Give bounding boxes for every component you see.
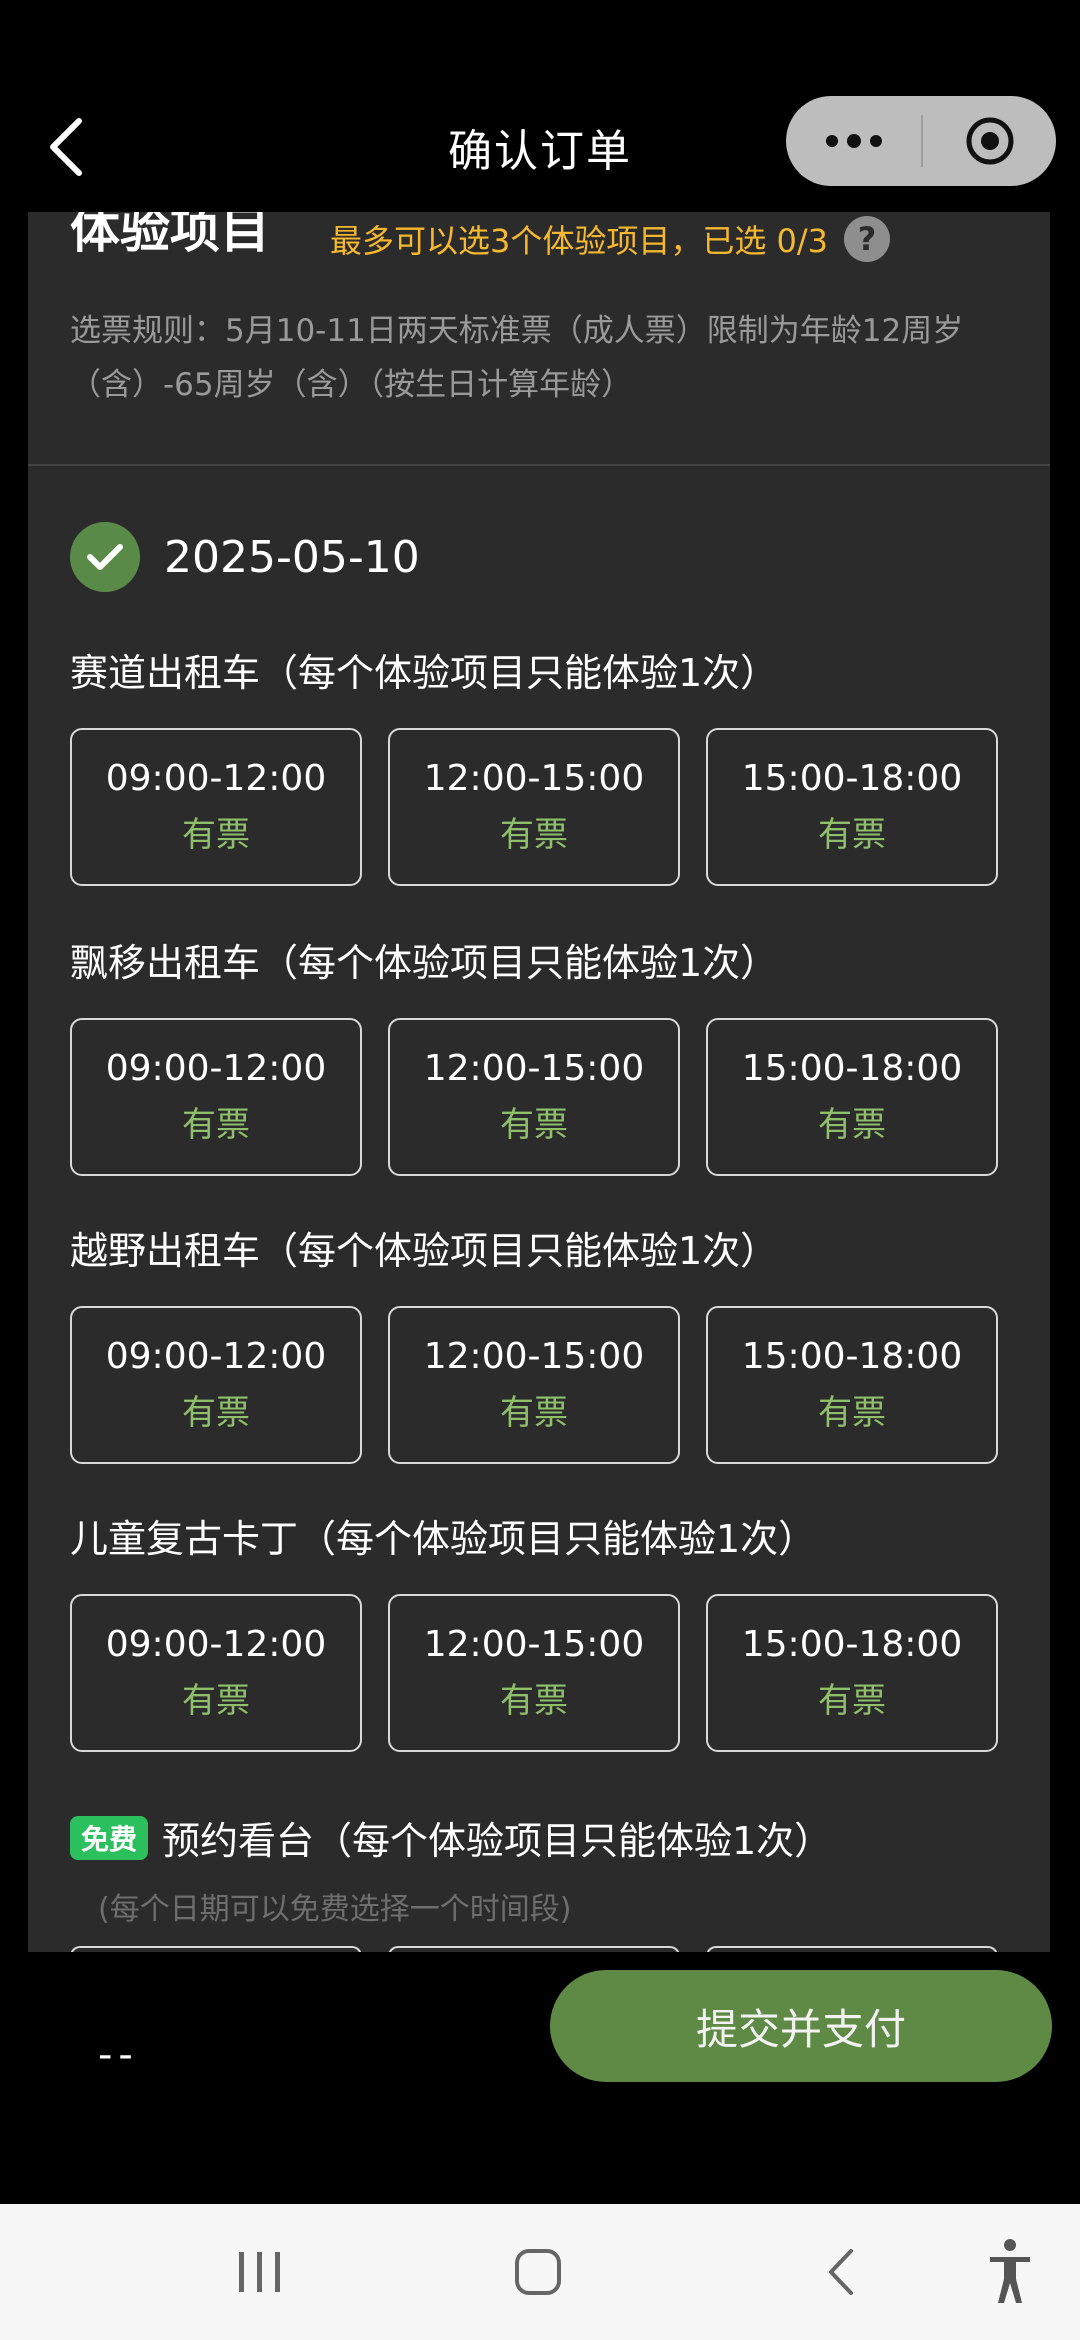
submit-pay-button[interactable]: 提交并支付 [550,1970,1052,2082]
slot-time: 12:00-15:00 [423,1048,645,1089]
time-slot[interactable]: 12:00-15:00 有票 [388,728,680,886]
date-label: 2025-05-10 [164,531,420,583]
slot-row: 09:00-12:00 有票 12:00-15:00 有票 15:00-18:00 有… [70,1306,1000,1464]
chevron-left-icon [829,2249,853,2295]
slot-status: 有票 [500,815,568,855]
slot-time: 15:00-18:00 [741,758,963,799]
slot-time: 09:00-12:00 [105,1624,327,1665]
time-slot[interactable]: 15:00-18:00 有票 [706,1018,998,1176]
free-item-row: 免费 预约看台（每个体验项目只能体验1次） [70,1810,832,1865]
item-title: 赛道出租车（每个体验项目只能体验1次） [70,651,779,695]
more-button[interactable] [786,96,921,186]
time-slot[interactable]: 12:00-15:00 有票 [388,1018,680,1176]
time-slot[interactable]: 15:00-18:00 有票 [706,1306,998,1464]
slot-row: 09:00-12:00 有票 12:00-15:00 有票 15:00-18:00 有… [70,1018,1000,1176]
slot-time: 15:00-18:00 [741,1336,963,1377]
system-navigation-bar [0,2204,1080,2340]
selection-hint-text: 最多可以选3个体验项目，已选 0/3 [330,222,829,260]
slot-status: 有票 [500,1681,568,1721]
more-dots-icon [825,134,882,148]
experience-panel: 体验项目 最多可以选3个体验项目，已选 0/3 ? 选票规则：5月10-11日两… [28,212,1050,1952]
time-slot[interactable]: 09:00-12:00 有票 [70,1018,362,1176]
date-row: 2025-05-10 [70,522,420,592]
mini-program-capsule [786,96,1056,186]
slot-time: 09:00-12:00 [105,1048,327,1089]
checkout-bar: -- 提交并支付 [0,1952,1080,2204]
close-mini-program-button[interactable] [923,96,1056,186]
total-price: -- [98,2032,139,2078]
slot-row: 09:00-12:00 有票 12:00-15:00 有票 15:00-18:00 有… [70,1594,1000,1752]
time-slot[interactable]: 09:00-12:00 有票 [70,1306,362,1464]
time-slot[interactable]: 12:00-15:00 有票 [388,1306,680,1464]
slot-status: 有票 [818,1681,886,1721]
app-header: 确认订单 [0,0,1080,212]
slot-time: 15:00-18:00 [741,1624,963,1665]
date-checkbox[interactable] [70,522,140,592]
slot-status: 有票 [182,1681,250,1721]
check-icon [87,544,123,570]
accessibility-button[interactable] [960,2204,1060,2340]
divider [28,464,1050,466]
item-title: 飘移出租车（每个体验项目只能体验1次） [70,941,779,985]
free-item-title: 预约看台（每个体验项目只能体验1次） [162,1819,833,1863]
free-item-note: (每个日期可以免费选择一个时间段) [98,1892,572,1927]
slot-status: 有票 [818,1393,886,1433]
slot-status: 有票 [500,1393,568,1433]
recent-apps-button[interactable] [200,2204,320,2340]
slot-status: 有票 [818,1105,886,1145]
item-title: 儿童复古卡丁（每个体验项目只能体验1次） [70,1517,817,1561]
selection-hint: 最多可以选3个体验项目，已选 0/3 ? [330,216,891,262]
time-slot[interactable]: 15:00-18:00 有票 [706,1594,998,1752]
slot-time: 09:00-12:00 [105,1336,327,1377]
slot-row: 09:00-12:00 有票 12:00-15:00 有票 15:00-18:00 有… [70,728,1000,886]
time-slot[interactable]: 15:00-18:00 有票 [706,728,998,886]
help-icon[interactable]: ? [844,216,891,262]
slot-time: 12:00-15:00 [423,1336,645,1377]
home-button[interactable] [478,2204,598,2340]
accessibility-icon [990,2239,1030,2303]
home-icon [515,2249,561,2295]
slot-status: 有票 [500,1105,568,1145]
slot-time: 09:00-12:00 [105,758,327,799]
target-close-icon [966,117,1013,165]
slot-status: 有票 [182,1393,250,1433]
time-slot[interactable]: 09:00-12:00 有票 [70,1594,362,1752]
slot-status: 有票 [182,815,250,855]
item-title: 越野出租车（每个体验项目只能体验1次） [70,1229,779,1273]
recent-apps-icon [239,2252,280,2292]
slot-status: 有票 [818,815,886,855]
section-title: 体验项目 [70,212,270,259]
slot-time: 15:00-18:00 [741,1048,963,1089]
scroll-content[interactable]: 体验项目 最多可以选3个体验项目，已选 0/3 ? 选票规则：5月10-11日两… [0,212,1080,1952]
ticket-rule: 选票规则：5月10-11日两天标准票（成人票）限制为年龄12周岁（含）-65周岁… [70,313,964,403]
slot-status: 有票 [182,1105,250,1145]
time-slot[interactable]: 09:00-12:00 有票 [70,728,362,886]
slot-time: 12:00-15:00 [423,758,645,799]
slot-time: 12:00-15:00 [423,1624,645,1665]
time-slot[interactable]: 12:00-15:00 有票 [388,1594,680,1752]
free-badge: 免费 [70,1815,148,1860]
system-back-button[interactable] [780,2204,900,2340]
